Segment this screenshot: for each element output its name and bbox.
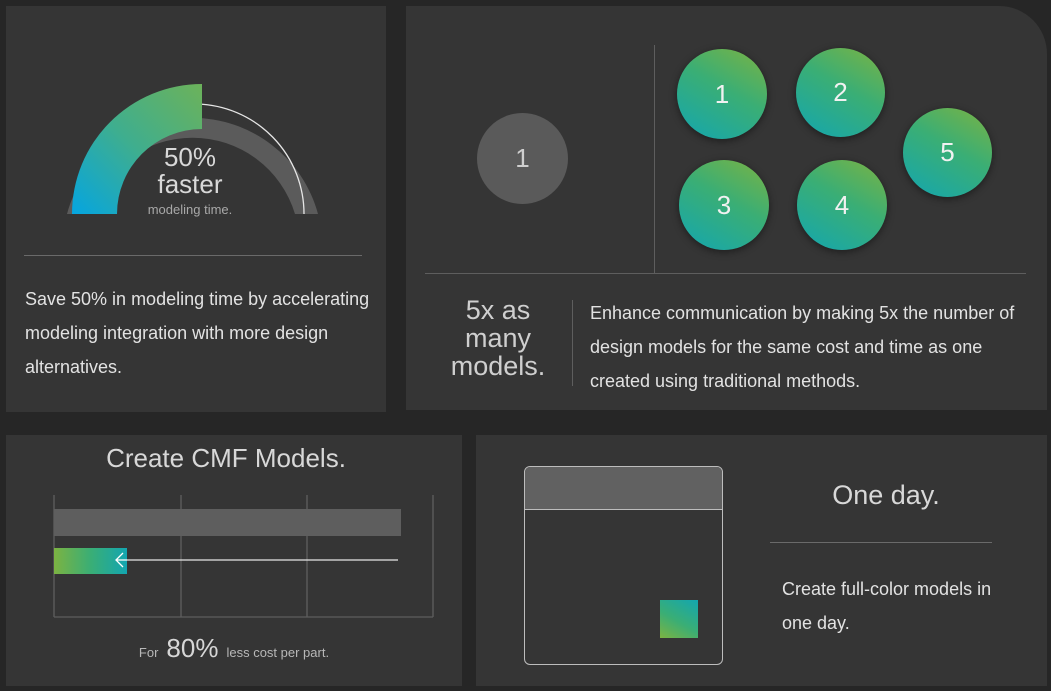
model-circle: 5 (903, 108, 992, 197)
headline: 5x as many models. (442, 296, 554, 380)
headline-line: models. (450, 351, 546, 381)
panel-modeling-time: 50% faster modeling time. Save 50% in mo… (6, 6, 386, 412)
horizontal-divider (425, 273, 1026, 274)
gauge-subtitle: modeling time. (147, 202, 233, 217)
model-circle: 4 (797, 160, 887, 250)
footer-prefix: For (138, 645, 159, 660)
panel-title: One day. (832, 480, 940, 510)
full-cost-bar (54, 509, 401, 536)
text-separator (572, 300, 573, 386)
panel-description: Save 50% in modeling time by acceleratin… (25, 289, 370, 377)
panel-many-models: 1 1 2 3 4 5 5x as many models. Enhance c… (406, 6, 1047, 410)
panel-description: Enhance communication by making 5x the n… (590, 303, 1015, 391)
headline-line: many (464, 323, 532, 353)
color-swatch (660, 600, 698, 638)
divider (24, 255, 362, 256)
footer-suffix: less cost per part. (226, 645, 330, 660)
cost-footer: For 80% less cost per part. (6, 633, 462, 664)
divider (770, 542, 992, 543)
footer-value: 80% (166, 633, 219, 663)
single-model-circle: 1 (477, 113, 568, 204)
cost-bar-illustration (53, 495, 434, 618)
panel-cmf-models: Create CMF Models. For 80% less cost per p… (6, 435, 462, 686)
headline-line: 5x as (465, 295, 531, 325)
panel-description: Create full-color models in one day. (782, 579, 992, 633)
gauge-word: faster (157, 169, 223, 199)
model-circle: 1 (677, 49, 767, 139)
card-header (525, 467, 722, 510)
vertical-divider (654, 45, 655, 274)
model-card-illustration (524, 466, 723, 665)
model-circle: 2 (796, 48, 885, 137)
reduced-cost-bar (54, 548, 127, 574)
panel-one-day: One day. Create full-color models in one… (476, 435, 1047, 686)
model-circle: 3 (679, 160, 769, 250)
panel-title: Create CMF Models. (106, 443, 346, 473)
